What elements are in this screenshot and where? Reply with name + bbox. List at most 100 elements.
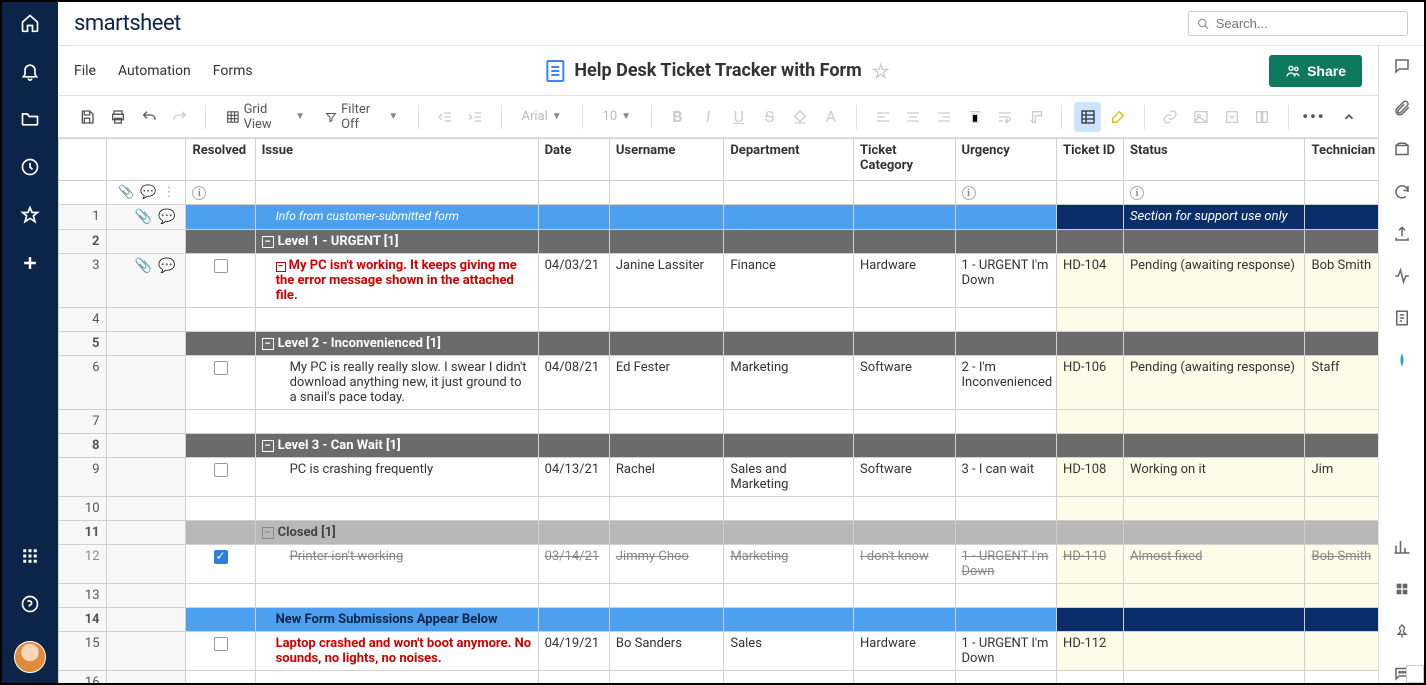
comment-icon[interactable]: 💬: [158, 209, 175, 225]
menu-automation[interactable]: Automation: [118, 63, 191, 79]
fill-color-icon[interactable]: [787, 102, 814, 132]
sheet-grid[interactable]: Resolved Issue Date Username Department …: [58, 138, 1378, 683]
info-icon[interactable]: i: [1130, 186, 1144, 200]
conditional-format-icon[interactable]: [1074, 102, 1101, 132]
group-level2[interactable]: 5 −Level 2 - Inconvenienced [1]: [59, 332, 1379, 356]
align-right-icon[interactable]: [931, 102, 958, 132]
collapse-icon[interactable]: −: [262, 527, 274, 539]
info-icon[interactable]: i: [192, 186, 206, 200]
table-row[interactable]: 15 Laptop crashed and won't boot anymore…: [59, 632, 1379, 671]
apps-icon[interactable]: [19, 545, 41, 567]
user-avatar[interactable]: [14, 641, 46, 673]
table-row[interactable]: 12 Printer isn't working 03/14/21Jimmy C…: [59, 545, 1379, 584]
table-row[interactable]: 3 📎💬 −My PC isn't working. It keeps givi…: [59, 254, 1379, 308]
proof-panel-icon[interactable]: [1392, 140, 1412, 160]
valign-top-icon[interactable]: [961, 102, 988, 132]
home-icon[interactable]: [19, 12, 41, 34]
favorites-icon[interactable]: [19, 204, 41, 226]
notifications-icon[interactable]: [19, 60, 41, 82]
symbols-icon[interactable]: [1249, 102, 1276, 132]
table-row[interactable]: 4: [59, 308, 1379, 332]
col-urgency[interactable]: Urgency: [955, 139, 1057, 181]
table-row[interactable]: 7: [59, 410, 1379, 434]
favorite-star-icon[interactable]: ☆: [872, 59, 890, 83]
search-input[interactable]: [1216, 16, 1399, 31]
col-issue[interactable]: Issue: [255, 139, 538, 181]
attachment-icon[interactable]: 📎: [135, 258, 152, 274]
save-icon[interactable]: [74, 102, 101, 132]
comment-icon[interactable]: 💬: [158, 258, 175, 274]
view-selector[interactable]: Grid View▼: [218, 102, 313, 132]
format-icon[interactable]: [1023, 102, 1050, 132]
align-left-icon[interactable]: [869, 102, 896, 132]
print-icon[interactable]: [105, 102, 132, 132]
wrap-icon[interactable]: [992, 102, 1019, 132]
col-status[interactable]: Status: [1124, 139, 1305, 181]
indent-icon[interactable]: [462, 102, 489, 132]
activity-log-icon[interactable]: [1392, 266, 1412, 286]
collapse-icon[interactable]: −: [262, 338, 274, 350]
resolved-checkbox[interactable]: [214, 550, 228, 564]
table-row[interactable]: 9 PC is crashing frequently 04/13/21Rach…: [59, 458, 1379, 497]
attachment-icon[interactable]: 📎: [135, 209, 152, 225]
menu-file[interactable]: File: [74, 63, 96, 79]
share-button[interactable]: Share: [1269, 55, 1362, 87]
publish-icon[interactable]: [1392, 224, 1412, 244]
image-icon[interactable]: [1187, 102, 1214, 132]
brandfolder-icon[interactable]: [1392, 350, 1412, 370]
redo-icon[interactable]: [166, 102, 193, 132]
col-date[interactable]: Date: [538, 139, 609, 181]
filter-button[interactable]: Filter Off▼: [317, 102, 406, 132]
font-selector[interactable]: Arial▼: [513, 102, 569, 132]
text-color-icon[interactable]: A: [818, 102, 845, 132]
fullscreen-icon[interactable]: [1406, 665, 1424, 683]
chart-panel-icon[interactable]: [1392, 537, 1412, 557]
folder-icon[interactable]: [19, 108, 41, 130]
menu-forms[interactable]: Forms: [213, 63, 253, 79]
table-row[interactable]: 6 My PC is really really slow. I swear I…: [59, 356, 1379, 410]
col-category[interactable]: Ticket Category: [853, 139, 955, 181]
summary-icon[interactable]: [1392, 308, 1412, 328]
italic-icon[interactable]: I: [695, 102, 722, 132]
add-icon[interactable]: [19, 252, 41, 274]
table-row[interactable]: 10: [59, 497, 1379, 521]
bold-icon[interactable]: B: [664, 102, 691, 132]
pin-icon[interactable]: [1392, 621, 1412, 641]
group-level3[interactable]: 8 −Level 3 - Can Wait [1]: [59, 434, 1379, 458]
table-row[interactable]: 16: [59, 671, 1379, 684]
more-icon[interactable]: •••: [1300, 102, 1327, 132]
outdent-icon[interactable]: [431, 102, 458, 132]
strike-icon[interactable]: S: [756, 102, 783, 132]
col-resolved[interactable]: Resolved: [186, 139, 255, 181]
recents-icon[interactable]: [19, 156, 41, 178]
table-row[interactable]: 13: [59, 584, 1379, 608]
search-box[interactable]: [1188, 11, 1408, 36]
comments-panel-icon[interactable]: [1392, 56, 1412, 76]
collapse-icon[interactable]: −: [276, 262, 286, 272]
group-closed[interactable]: 11 −Closed [1]: [59, 521, 1379, 545]
collapse-icon[interactable]: −: [262, 440, 274, 452]
fontsize-selector[interactable]: 10▼: [595, 102, 640, 132]
col-username[interactable]: Username: [609, 139, 724, 181]
resolved-checkbox[interactable]: [214, 361, 228, 375]
resolved-checkbox[interactable]: [214, 259, 228, 273]
section-header-info[interactable]: 1 📎💬 Info from customer-submitted form S…: [59, 205, 1379, 230]
collapse-icon[interactable]: −: [262, 236, 274, 248]
resolved-checkbox[interactable]: [214, 637, 228, 651]
section-new-submissions[interactable]: 14 New Form Submissions Appear Below: [59, 608, 1379, 632]
link-icon[interactable]: [1157, 102, 1184, 132]
workapps-icon[interactable]: [1392, 579, 1412, 599]
col-technician[interactable]: Technician: [1305, 139, 1378, 181]
help-icon[interactable]: [19, 593, 41, 615]
update-requests-icon[interactable]: [1392, 182, 1412, 202]
undo-icon[interactable]: [135, 102, 162, 132]
info-icon[interactable]: i: [962, 186, 976, 200]
collapse-toolbar-icon[interactable]: [1335, 102, 1362, 132]
group-level1[interactable]: 2 −Level 1 - URGENT [1]: [59, 230, 1379, 254]
col-department[interactable]: Department: [724, 139, 854, 181]
col-ticketid[interactable]: Ticket ID: [1057, 139, 1124, 181]
attachments-panel-icon[interactable]: [1392, 98, 1412, 118]
align-center-icon[interactable]: [900, 102, 927, 132]
resolved-checkbox[interactable]: [214, 463, 228, 477]
highlight-icon[interactable]: [1105, 102, 1132, 132]
